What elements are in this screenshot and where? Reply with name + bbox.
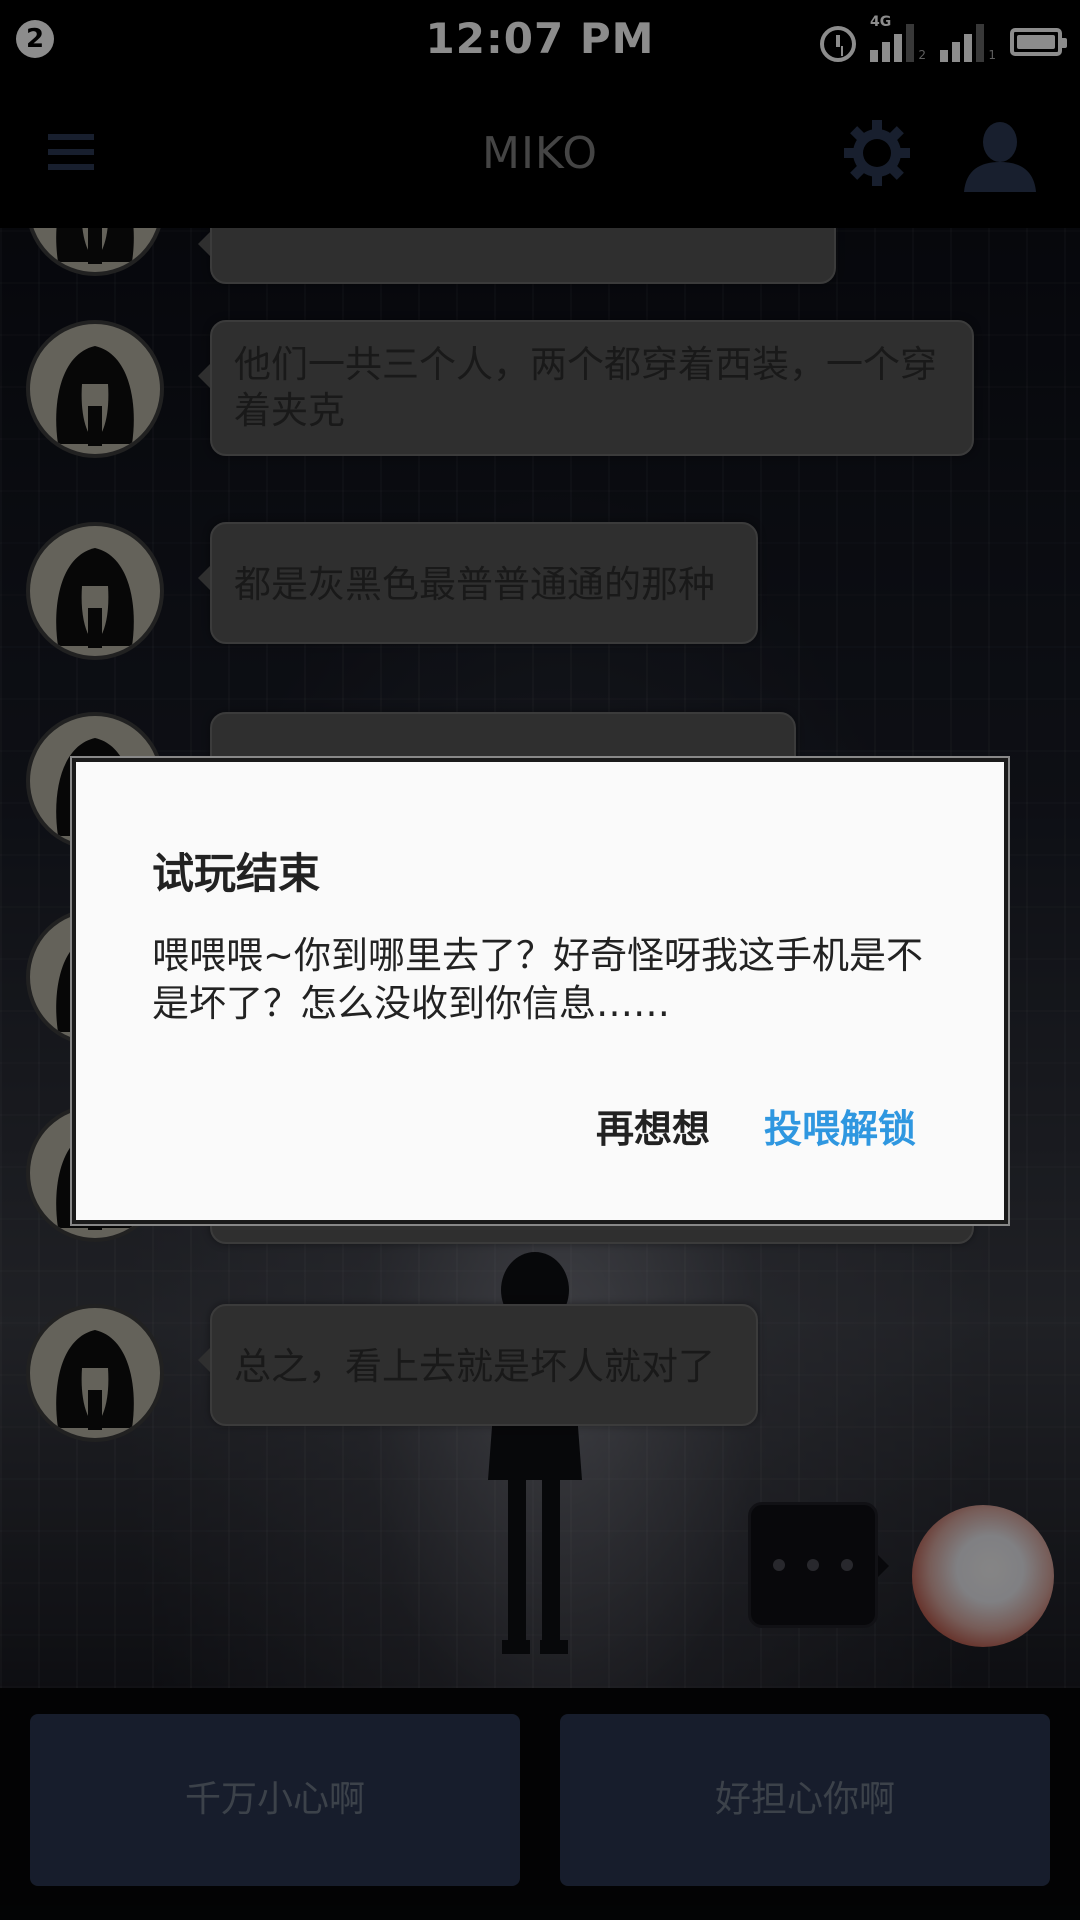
dialog-title: 试玩结束 — [152, 849, 321, 898]
dialog-message: 喂喂喂~你到哪里去了？好奇怪呀我这手机是不是坏了？怎么没收到你信息…… — [152, 934, 924, 1025]
unlock-button[interactable]: 投喂解锁 — [764, 1098, 916, 1153]
trial-ended-dialog: 试玩结束 喂喂喂~你到哪里去了？好奇怪呀我这手机是不是坏了？怎么没收到你信息……… — [70, 756, 1010, 1226]
think-again-button[interactable]: 再想想 — [596, 1098, 710, 1153]
